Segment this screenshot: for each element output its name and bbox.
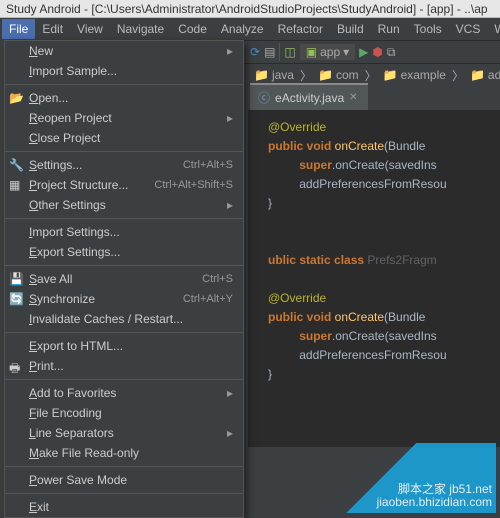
folder-icon: 📁	[383, 68, 398, 82]
sync-icon[interactable]: ⟳	[250, 45, 260, 59]
menu-item-make-file-read-only[interactable]: Make File Read-only	[5, 443, 243, 463]
close-icon[interactable]: ✕	[349, 92, 357, 103]
menu-item-close-project[interactable]: Close Project	[5, 128, 243, 148]
menu-build[interactable]: Build	[330, 19, 371, 39]
submenu-arrow-icon: ▸	[227, 426, 233, 440]
avd-icon[interactable]: ▤	[264, 45, 275, 59]
menu-item-synchronize[interactable]: 🔄SynchronizeCtrl+Alt+Y	[5, 289, 243, 309]
menu-item-new[interactable]: New▸	[5, 41, 243, 61]
code-editor[interactable]: @Override public void onCreate(Bundle su…	[248, 110, 500, 447]
crumb-com[interactable]: 📁com	[314, 67, 363, 83]
menu-navigate[interactable]: Navigate	[110, 19, 171, 39]
menu-refactor[interactable]: Refactor	[271, 19, 330, 39]
attach-icon[interactable]: ⧉	[387, 45, 396, 60]
file-menu-dropdown: New▸Import Sample... 📂Open...Reopen Proje…	[4, 40, 244, 518]
menu-window[interactable]: Window	[487, 19, 500, 39]
sync-icon: 🔄	[9, 292, 23, 306]
save-icon: 💾	[9, 272, 23, 286]
menu-item-reopen-project[interactable]: Reopen Project▸	[5, 108, 243, 128]
window-titlebar: Study Android - [C:\Users\Administrator\…	[0, 0, 500, 18]
menu-item-export-settings[interactable]: Export Settings...	[5, 242, 243, 262]
menu-item-open[interactable]: 📂Open...	[5, 88, 243, 108]
menu-item-invalidate-caches-restart[interactable]: Invalidate Caches / Restart...	[5, 309, 243, 329]
menu-item-settings[interactable]: 🔧Settings...Ctrl+Alt+S	[5, 155, 243, 175]
tab-label: eActivity.java	[275, 91, 344, 105]
crumb-java[interactable]: 📁java	[250, 67, 298, 83]
menu-item-project-structure[interactable]: ▦Project Structure...Ctrl+Alt+Shift+S	[5, 175, 243, 195]
main-menubar: File Edit View Navigate Code Analyze Ref…	[0, 18, 500, 40]
menu-vcs[interactable]: VCS	[449, 19, 488, 39]
menu-item-export-to-html[interactable]: Export to HTML...	[5, 336, 243, 356]
print-icon: 🖶	[9, 359, 23, 373]
menu-item-line-separators[interactable]: Line Separators▸	[5, 423, 243, 443]
menu-item-import-settings[interactable]: Import Settings...	[5, 222, 243, 242]
open-icon: 📂	[9, 91, 23, 105]
menu-item-power-save-mode[interactable]: Power Save Mode	[5, 470, 243, 490]
watermark: 脚本之家 jb51.netjiaoben.bhizidian.com	[316, 443, 496, 513]
crumb-example[interactable]: 📁example	[379, 67, 450, 83]
crumb-admin[interactable]: 📁administra	[466, 67, 500, 83]
menu-item-add-to-favorites[interactable]: Add to Favorites▸	[5, 383, 243, 403]
menu-tools[interactable]: Tools	[407, 19, 449, 39]
menu-item-file-encoding[interactable]: File Encoding	[5, 403, 243, 423]
menu-view[interactable]: View	[70, 19, 110, 39]
menu-item-exit[interactable]: Exit	[5, 497, 243, 517]
submenu-arrow-icon: ▸	[227, 44, 233, 58]
wrench-icon: 🔧	[9, 158, 23, 172]
menu-item-other-settings[interactable]: Other Settings▸	[5, 195, 243, 215]
run-config-combo[interactable]: ▣ app ▾	[300, 44, 355, 60]
folder-icon: 📁	[470, 68, 485, 82]
debug-icon[interactable]: ⬢	[372, 45, 382, 59]
menu-item-save-all[interactable]: 💾Save AllCtrl+S	[5, 269, 243, 289]
submenu-arrow-icon: ▸	[227, 111, 233, 125]
class-icon: ⓒ	[258, 89, 270, 106]
folder-icon: 📁	[318, 68, 333, 82]
android-icon[interactable]: ◫	[284, 45, 295, 59]
submenu-arrow-icon: ▸	[227, 198, 233, 212]
android-module-icon: ▣	[306, 45, 317, 59]
run-icon[interactable]: ▶	[359, 45, 368, 59]
folder-icon: 📁	[254, 68, 269, 82]
menu-run[interactable]: Run	[371, 19, 407, 39]
menu-item-import-sample[interactable]: Import Sample...	[5, 61, 243, 81]
struct-icon: ▦	[9, 178, 23, 192]
chevron-down-icon: ▾	[343, 45, 349, 59]
menu-code[interactable]: Code	[171, 19, 214, 39]
menu-file[interactable]: File	[2, 19, 35, 39]
menu-edit[interactable]: Edit	[35, 19, 70, 39]
tab-activity[interactable]: ⓒ eActivity.java ✕	[250, 83, 368, 110]
menu-item-print[interactable]: 🖶Print...	[5, 356, 243, 376]
run-config-label: app	[320, 45, 340, 59]
submenu-arrow-icon: ▸	[227, 386, 233, 400]
menu-analyze[interactable]: Analyze	[214, 19, 271, 39]
